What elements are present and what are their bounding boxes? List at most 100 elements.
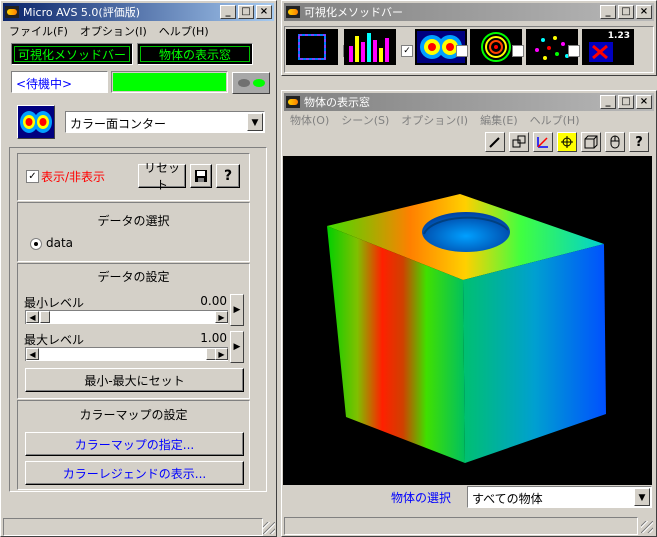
mouse-glyph-icon (610, 135, 620, 149)
show-hide-checkbox[interactable]: ✓ (26, 170, 39, 183)
vis-bar-title-bar[interactable]: 可視化メソッドバー _ □ × (284, 3, 654, 21)
data-select-section: データの選択 data (17, 202, 250, 262)
object-select-chevron-down-icon[interactable]: ▼ (634, 488, 650, 506)
close-icon[interactable]: × (256, 5, 272, 19)
activity-toggle[interactable] (232, 72, 270, 94)
rotate-glyph-icon (561, 136, 573, 148)
status-text: <待機中> (16, 77, 73, 91)
min-slider-right-arrow-icon[interactable]: ▶ (215, 311, 228, 323)
status-text-frame: <待機中> (11, 71, 108, 93)
mouse-icon[interactable] (605, 132, 625, 152)
max-slider-right-arrow-icon[interactable]: ▶ (215, 348, 228, 360)
menu-edit[interactable]: 編集(E) (474, 112, 524, 128)
activity-gray-dot-icon (238, 79, 250, 87)
object-title-bar[interactable]: 物体の表示窓 _ □ × (284, 93, 654, 111)
min-level-slider[interactable]: ◀ ▶ (25, 310, 228, 324)
menu-file[interactable]: ファイル(F) (3, 23, 74, 39)
numeric-label-method-icon[interactable]: 1.23 (582, 29, 634, 65)
layout-icon[interactable] (509, 132, 529, 152)
object-window-button[interactable]: 物体の表示窓 (140, 46, 250, 62)
vis-bar-maximize-icon[interactable]: □ (618, 5, 634, 19)
status-indicator-fill (113, 73, 226, 91)
method-select[interactable]: カラー面コンター ▼ (65, 111, 265, 133)
colormap-title: カラーマップの設定 (79, 408, 188, 422)
axes-icon[interactable] (533, 132, 553, 152)
menu-object-help[interactable]: ヘルプ(H) (524, 112, 586, 128)
viewport-3d[interactable] (283, 156, 652, 485)
min-level-value: 0.00 (200, 294, 227, 308)
minimize-icon[interactable]: _ (220, 5, 236, 19)
vis-bar-title: 可視化メソッドバー (304, 6, 403, 19)
max-slider-left-arrow-icon[interactable]: ◀ (26, 348, 39, 360)
colormap-assign-button[interactable]: カラーマップの指定... (25, 432, 244, 456)
rotate-icon[interactable] (557, 132, 577, 152)
reset-button[interactable]: リセット (138, 161, 186, 192)
save-icon[interactable] (190, 164, 212, 188)
object-resize-grip-icon[interactable] (641, 521, 653, 533)
vis-bar-toggle-frame: 可視化メソッドバー (11, 43, 133, 65)
vis-bar-minimize-icon[interactable]: _ (600, 5, 616, 19)
max-level-label: 最大レベル (24, 333, 85, 347)
bounds-method-icon[interactable] (286, 29, 338, 65)
main-window-title: Micro AVS 5.0(評価版) (23, 6, 141, 19)
object-menu-bar: 物体(O) シーン(S) オプション(I) 編集(E) ヘルプ(H) (284, 111, 654, 129)
object-close-icon[interactable]: × (636, 95, 652, 109)
floppy-disk-icon (195, 170, 207, 182)
min-level-label: 最小レベル (24, 296, 85, 310)
main-menu-bar: ファイル(F) オプション(I) ヘルプ(H) (3, 22, 274, 40)
object-select-value: すべての物体 (472, 492, 543, 506)
menu-options[interactable]: オプション(I) (74, 23, 153, 39)
help-button[interactable]: ? (216, 164, 240, 188)
axes-glyph-icon (537, 137, 548, 148)
vis-bar-app-icon (286, 6, 300, 18)
data-radio-dot-icon (34, 242, 38, 246)
object-select[interactable]: すべての物体 ▼ (467, 486, 652, 508)
max-level-slider[interactable]: ◀ ▶ (25, 347, 228, 361)
pencil-icon[interactable] (485, 132, 505, 152)
data-radio-label: data (46, 236, 74, 250)
vis-bar-window: 可視化メソッドバー _ □ × ✓ 1.23 (281, 0, 657, 76)
pencil-glyph-icon (489, 137, 500, 148)
vis-bar-close-icon[interactable]: × (636, 5, 652, 19)
menu-scene[interactable]: シーン(S) (335, 112, 395, 128)
min-level-step-button[interactable]: ▶ (230, 294, 244, 326)
contour-method-icon (17, 105, 55, 139)
menu-help[interactable]: ヘルプ(H) (153, 23, 215, 39)
numeric-label-checkbox[interactable] (568, 45, 580, 57)
method-select-value: カラー面コンター (70, 117, 167, 131)
show-hide-label: 表示/非表示 (41, 170, 106, 184)
set-min-max-button[interactable]: 最小-最大にセット (25, 368, 244, 392)
app-icon (5, 6, 19, 18)
menu-object[interactable]: 物体(O) (284, 112, 335, 128)
min-slider-left-arrow-icon[interactable]: ◀ (26, 311, 39, 323)
main-resize-grip-icon[interactable] (263, 522, 275, 534)
object-app-icon (286, 96, 300, 108)
maximize-icon[interactable]: □ (238, 5, 254, 19)
box-view-icon[interactable] (581, 132, 601, 152)
object-window-title: 物体の表示窓 (304, 96, 370, 109)
max-level-step-button[interactable]: ▶ (230, 331, 244, 363)
object-minimize-icon[interactable]: _ (600, 95, 616, 109)
color-legend-button[interactable]: カラーレジェンドの表示... (25, 461, 244, 485)
show-hide-section: ✓ 表示/非表示 リセット ? (17, 153, 250, 201)
main-title-bar[interactable]: Micro AVS 5.0(評価版) _ □ × (3, 3, 274, 21)
chevron-down-icon[interactable]: ▼ (247, 113, 263, 131)
bar-chart-icon (349, 33, 389, 62)
contour-checkbox[interactable]: ✓ (401, 45, 413, 57)
layout-glyph-icon (512, 135, 526, 148)
bounds-icon (298, 34, 326, 60)
object-select-label: 物体の選択 (391, 491, 452, 505)
main-window: Micro AVS 5.0(評価版) _ □ × ファイル(F) オプション(I… (0, 0, 277, 537)
contour-icon (18, 106, 54, 138)
vis-method-bar-button[interactable]: 可視化メソッドバー (14, 46, 130, 62)
status-indicator (111, 71, 228, 93)
min-slider-thumb[interactable] (40, 311, 50, 323)
object-window-toggle-frame: 物体の表示窓 (137, 43, 253, 65)
scatter-checkbox[interactable] (512, 45, 524, 57)
isoline-checkbox[interactable] (456, 45, 468, 57)
object-status-bar (284, 517, 638, 535)
menu-object-options[interactable]: オプション(I) (395, 112, 474, 128)
object-maximize-icon[interactable]: □ (618, 95, 634, 109)
bar-chart-method-icon[interactable] (344, 29, 396, 65)
toolbar-help-icon[interactable]: ? (629, 132, 649, 152)
